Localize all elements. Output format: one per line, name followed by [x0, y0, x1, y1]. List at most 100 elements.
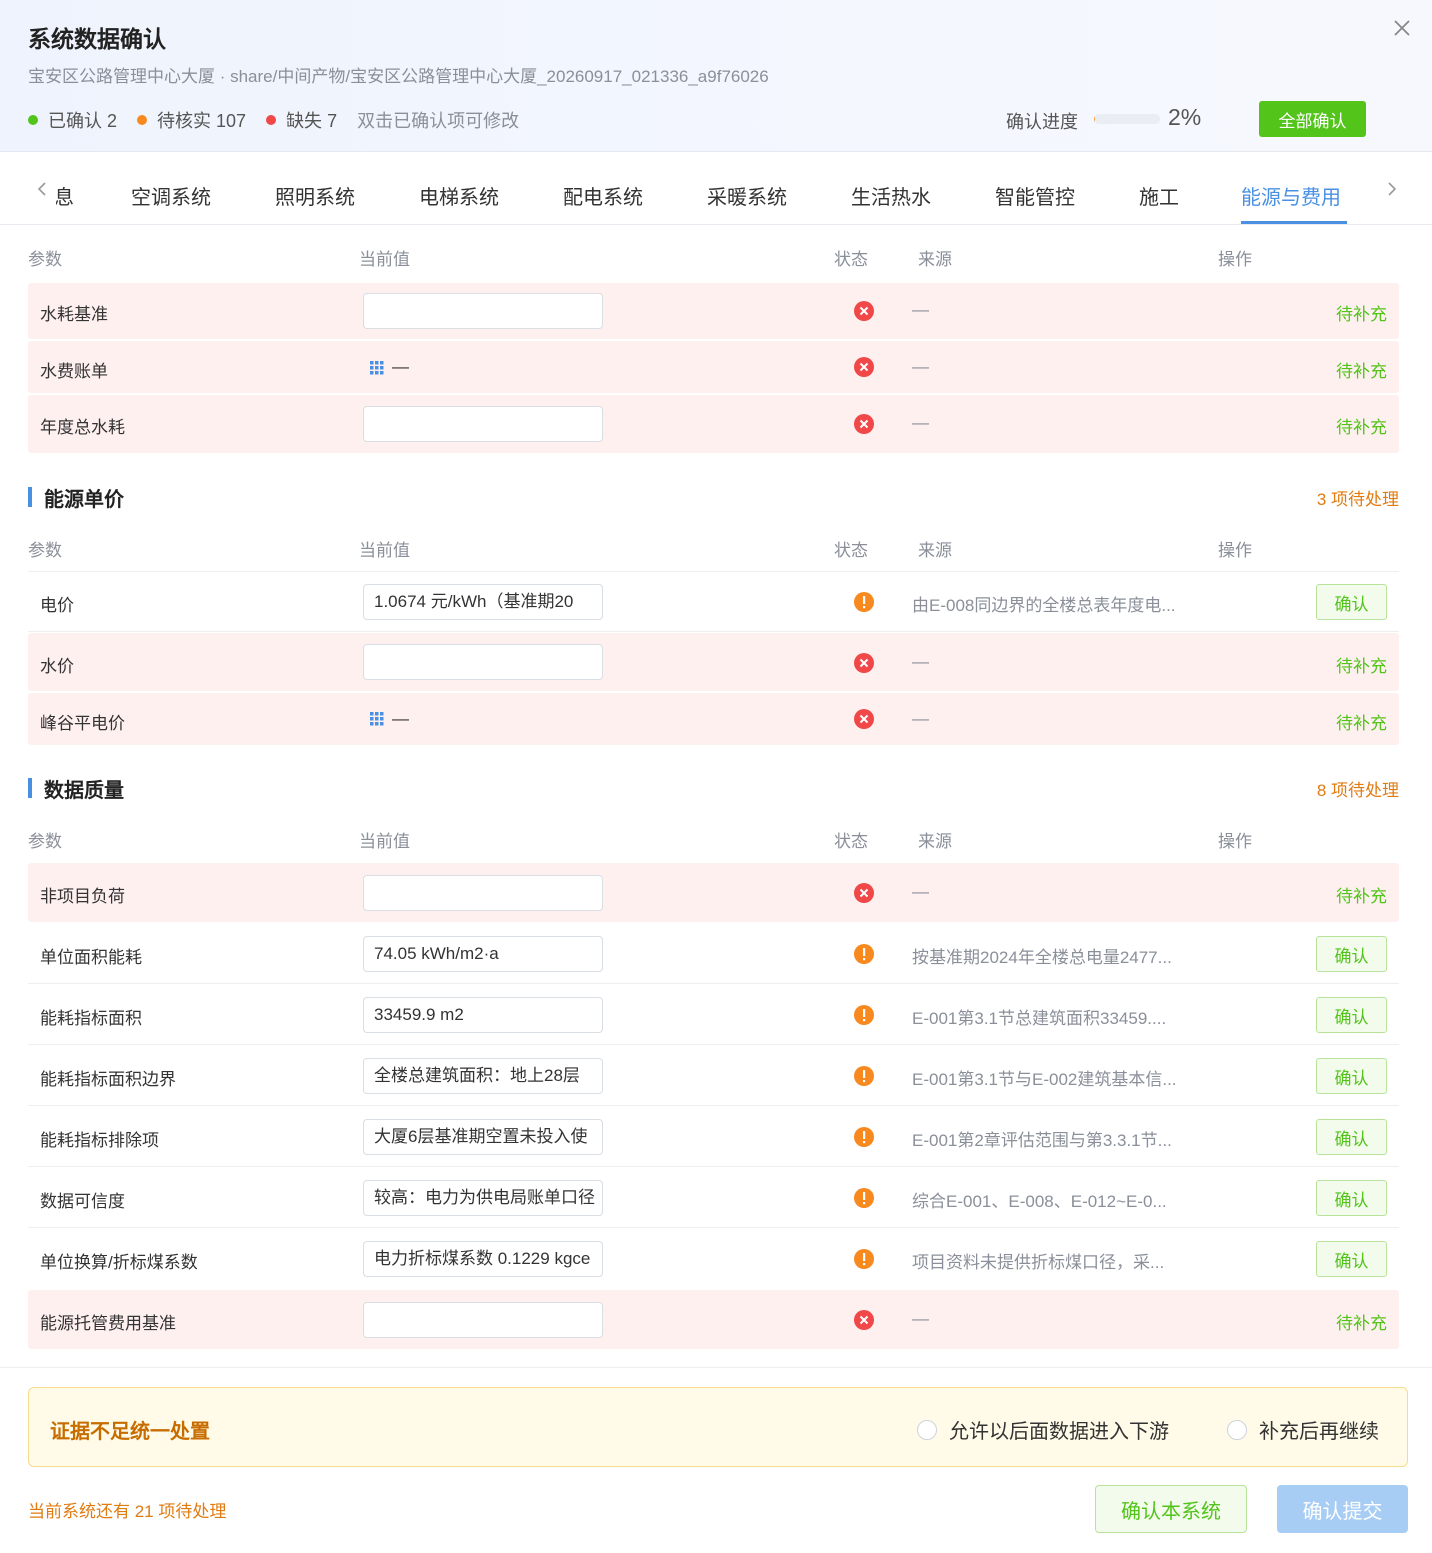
value-input[interactable]: 1.0674 元/kWh（基准期20: [363, 584, 603, 620]
value-input[interactable]: 大厦6层基准期空置未投入使: [363, 1119, 603, 1155]
table-row: 水费账单 — — 待补充: [28, 341, 1399, 393]
grid-icon[interactable]: [370, 361, 384, 375]
pending-count-badge: 3 项待处理: [1316, 489, 1399, 509]
table-row: 非项目负荷 — 待补充: [28, 863, 1399, 922]
status-summary: 已确认 2 待核实 107 缺失 7 双击已确认项可修改: [28, 108, 519, 132]
source-text: E-001第3.1节总建筑面积33459....: [912, 1009, 1167, 1028]
confirm-button[interactable]: 确认: [1316, 1180, 1387, 1216]
progress-percent: 2%: [1168, 104, 1202, 130]
confirm-all-button[interactable]: 全部确认: [1259, 101, 1366, 137]
section-marker: [28, 778, 32, 798]
col-param: 参数: [28, 250, 62, 269]
value-input[interactable]: [363, 1302, 603, 1338]
error-icon: [854, 653, 874, 673]
source-text: —: [912, 652, 929, 671]
supplement-action[interactable]: 待补充: [1336, 652, 1387, 677]
col-status: 状态: [834, 250, 868, 269]
source-text: —: [912, 1309, 929, 1328]
warning-icon: [854, 944, 874, 964]
tab-smart-control[interactable]: 智能管控: [995, 181, 1075, 210]
confirm-system-button[interactable]: 确认本系统: [1095, 1485, 1247, 1533]
value-input[interactable]: 全楼总建筑面积：地上28层: [363, 1058, 603, 1094]
value-input[interactable]: 较高：电力为供电局账单口径: [363, 1180, 603, 1216]
warning-icon: [854, 592, 874, 612]
grid-icon[interactable]: [370, 712, 384, 726]
pending-count: 待核实 107: [137, 107, 246, 133]
col-source: 来源: [918, 541, 952, 560]
table-row: 数据可信度 较高：电力为供电局账单口径 综合E-001、E-008、E-012~…: [28, 1167, 1399, 1228]
progress-bar: [1094, 114, 1160, 124]
table-row: 峰谷平电价 — — 待补充: [28, 693, 1399, 745]
value-input[interactable]: [363, 406, 603, 442]
param-name: 电价: [40, 596, 74, 615]
table-header: 参数 当前值 状态 来源 操作: [28, 809, 1399, 865]
radio-allow-downstream[interactable]: 允许以后面数据进入下游: [917, 1415, 1169, 1444]
table-row: 水耗基准 — 待补充: [28, 283, 1399, 339]
progress-fill: [1094, 114, 1096, 124]
confirm-submit-button[interactable]: 确认提交: [1277, 1485, 1408, 1533]
tab-energy-cost[interactable]: 能源与费用: [1241, 181, 1341, 210]
tab-lighting[interactable]: 照明系统: [275, 181, 355, 210]
table-row: 年度总水耗 — 待补充: [28, 395, 1399, 453]
active-tab-indicator: [1241, 221, 1347, 224]
tab-construction[interactable]: 施工: [1139, 181, 1179, 210]
table-header: 参数 当前值 状态 来源 操作: [28, 227, 1399, 283]
confirm-button[interactable]: 确认: [1316, 997, 1387, 1033]
param-name: 峰谷平电价: [40, 714, 125, 733]
value-input[interactable]: [363, 644, 603, 680]
value-input[interactable]: 电力折标煤系数 0.1229 kgce: [363, 1241, 603, 1277]
tab-partial[interactable]: 信息: [56, 181, 74, 210]
dialog-title: 系统数据确认: [28, 26, 166, 52]
tab-hot-water[interactable]: 生活热水: [851, 181, 931, 210]
tab-hvac[interactable]: 空调系统: [131, 181, 211, 210]
tab-heating[interactable]: 采暖系统: [707, 181, 787, 210]
confirm-button[interactable]: 确认: [1316, 584, 1387, 620]
radio-circle-icon[interactable]: [917, 1419, 937, 1440]
supplement-action[interactable]: 待补充: [1336, 709, 1387, 734]
close-icon[interactable]: [1390, 16, 1414, 40]
tab-elevator[interactable]: 电梯系统: [419, 181, 499, 210]
param-name: 年度总水耗: [40, 418, 125, 437]
param-name: 非项目负荷: [40, 887, 125, 906]
footer-divider: [0, 1367, 1432, 1368]
pending-note: 当前系统还有 21 项待处理: [28, 1502, 227, 1521]
col-status: 状态: [834, 541, 868, 560]
confirm-button[interactable]: 确认: [1316, 1241, 1387, 1277]
param-name: 单位换算/折标煤系数: [40, 1253, 198, 1272]
table-header: 参数 当前值 状态 来源 操作: [28, 518, 1399, 574]
red-dot-icon: [266, 115, 277, 125]
value-input[interactable]: [363, 293, 603, 329]
value-input[interactable]: 33459.9 m2: [363, 997, 603, 1033]
source-text: —: [912, 709, 929, 728]
param-name: 水费账单: [40, 362, 108, 381]
supplement-action[interactable]: 待补充: [1336, 1309, 1387, 1334]
progress-label: 确认进度: [1006, 112, 1078, 132]
missing-count: 缺失 7: [266, 107, 337, 133]
warning-icon: [854, 1188, 874, 1208]
confirm-button[interactable]: 确认: [1316, 1058, 1387, 1094]
radio-circle-icon[interactable]: [1227, 1419, 1247, 1440]
supplement-action[interactable]: 待补充: [1336, 882, 1387, 907]
confirm-button[interactable]: 确认: [1316, 1119, 1387, 1155]
warning-icon: [854, 1066, 874, 1086]
pending-count-badge: 8 项待处理: [1316, 780, 1399, 800]
value-input[interactable]: [363, 875, 603, 911]
confirm-button[interactable]: 确认: [1316, 936, 1387, 972]
chevron-left-icon[interactable]: [34, 177, 50, 201]
radio-supplement-first[interactable]: 补充后再继续: [1227, 1415, 1379, 1444]
tab-power-distribution[interactable]: 配电系统: [563, 181, 643, 210]
supplement-action[interactable]: 待补充: [1336, 300, 1387, 325]
source-text: 综合E-001、E-008、E-012~E-0...: [912, 1192, 1167, 1211]
col-action: 操作: [1218, 541, 1252, 560]
col-param: 参数: [28, 541, 62, 560]
radio-label: 补充后再继续: [1259, 1421, 1379, 1443]
value-input[interactable]: 74.05 kWh/m2·a: [363, 936, 603, 972]
warning-icon: [854, 1249, 874, 1269]
table-row: 能耗指标排除项 大厦6层基准期空置未投入使 E-001第2章评估范围与第3.3.…: [28, 1106, 1399, 1167]
supplement-action[interactable]: 待补充: [1336, 357, 1387, 382]
chevron-right-icon[interactable]: [1384, 177, 1400, 201]
supplement-action[interactable]: 待补充: [1336, 413, 1387, 438]
source-text: —: [912, 300, 929, 319]
source-text: —: [912, 882, 929, 901]
col-source: 来源: [918, 832, 952, 851]
